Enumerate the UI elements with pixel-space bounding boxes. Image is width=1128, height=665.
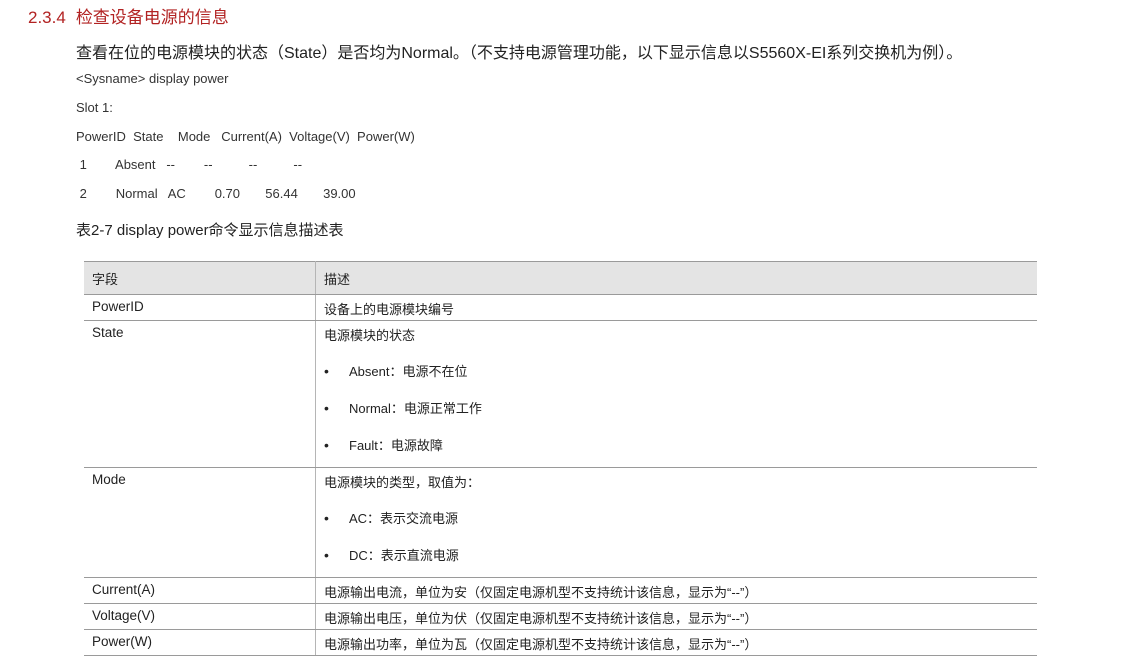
- description-cell: 电源输出电流，单位为安（仅固定电源机型不支持统计该信息，显示为“--”）: [315, 577, 1037, 604]
- option-list: Absent：电源不在位 Normal：电源正常工作 Fault：电源故障: [324, 362, 1029, 455]
- command-output-row: 1 Absent -- -- -- --: [76, 157, 303, 172]
- description-text: 电源模块的状态: [324, 328, 416, 343]
- field-cell: Mode: [84, 467, 316, 578]
- list-item: AC：表示交流电源: [324, 509, 1029, 528]
- description-cell: 电源模块的类型，取值为： AC：表示交流电源 DC：表示直流电源: [315, 467, 1037, 578]
- table-row: PowerID 设备上的电源模块编号: [84, 294, 1037, 321]
- list-item: Absent：电源不在位: [324, 362, 1029, 381]
- column-header-field: 字段: [84, 261, 316, 295]
- table-row: Mode 电源模块的类型，取值为： AC：表示交流电源 DC：表示直流电源: [84, 467, 1037, 578]
- description-cell: 电源输出功率，单位为瓦（仅固定电源机型不支持统计该信息，显示为“--”）: [315, 629, 1037, 656]
- section-heading: 2.3.4 检查设备电源的信息: [28, 3, 229, 28]
- list-item: Normal：电源正常工作: [324, 399, 1029, 418]
- command-output-header: PowerID State Mode Current(A) Voltage(V)…: [76, 129, 415, 144]
- intro-paragraph: 查看在位的电源模块的状态（State）是否均为Normal。（不支持电源管理功能…: [76, 45, 963, 62]
- list-item: Fault：电源故障: [324, 436, 1029, 455]
- field-cell: Power(W): [84, 629, 316, 656]
- field-cell: Current(A): [84, 577, 316, 604]
- section-number: 2.3.4: [28, 8, 66, 27]
- table-header-row: 字段 描述: [84, 261, 1037, 295]
- description-table: 字段 描述 PowerID 设备上的电源模块编号 State 电源模块的状态 A…: [84, 261, 1037, 656]
- command-output-row: 2 Normal AC 0.70 56.44 39.00: [76, 186, 356, 201]
- option-list: AC：表示交流电源 DC：表示直流电源: [324, 509, 1029, 565]
- column-header-description: 描述: [315, 261, 1037, 295]
- description-cell: 设备上的电源模块编号: [315, 294, 1037, 321]
- table-row: Power(W) 电源输出功率，单位为瓦（仅固定电源机型不支持统计该信息，显示为…: [84, 629, 1037, 656]
- description-text: 电源模块的类型，取值为：: [324, 475, 481, 490]
- command-line: <Sysname> display power: [76, 71, 229, 86]
- command-output-slot: Slot 1:: [76, 100, 113, 115]
- description-cell: 电源输出电压，单位为伏（仅固定电源机型不支持统计该信息，显示为“--”）: [315, 603, 1037, 630]
- table-row: State 电源模块的状态 Absent：电源不在位 Normal：电源正常工作…: [84, 320, 1037, 468]
- table-row: Current(A) 电源输出电流，单位为安（仅固定电源机型不支持统计该信息，显…: [84, 577, 1037, 604]
- field-cell: PowerID: [84, 294, 316, 321]
- description-cell: 电源模块的状态 Absent：电源不在位 Normal：电源正常工作 Fault…: [315, 320, 1037, 468]
- table-row: Voltage(V) 电源输出电压，单位为伏（仅固定电源机型不支持统计该信息，显…: [84, 603, 1037, 630]
- field-cell: State: [84, 320, 316, 468]
- list-item: DC：表示直流电源: [324, 546, 1029, 565]
- table-caption: 表2-7 display power命令显示信息描述表: [76, 222, 344, 239]
- field-cell: Voltage(V): [84, 603, 316, 630]
- section-title: 检查设备电源的信息: [75, 8, 229, 27]
